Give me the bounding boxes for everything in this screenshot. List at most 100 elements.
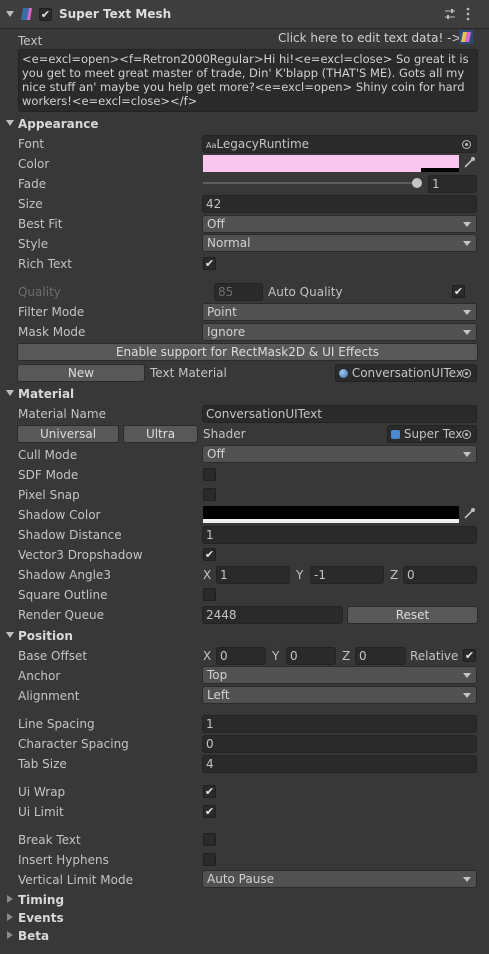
offset-z-field[interactable]: 0 bbox=[355, 647, 406, 665]
fade-value-field[interactable]: 1 bbox=[428, 175, 477, 193]
alignment-dropdown[interactable]: Left bbox=[202, 686, 477, 704]
material-name-field[interactable]: ConversationUIText bbox=[202, 405, 477, 423]
sliders-icon[interactable] bbox=[444, 8, 456, 20]
section-title: Timing bbox=[18, 893, 65, 907]
uilimit-checkbox[interactable]: ✔ bbox=[203, 805, 216, 818]
mask-dropdown[interactable]: Ignore bbox=[202, 323, 477, 341]
position-section-header[interactable]: Position bbox=[0, 627, 489, 645]
kebab-menu-icon[interactable] bbox=[465, 7, 471, 21]
offset-y-field[interactable]: 0 bbox=[286, 647, 336, 665]
foldout-arrow[interactable] bbox=[6, 120, 14, 126]
foldout-arrow[interactable] bbox=[6, 11, 14, 17]
section-title: Appearance bbox=[18, 117, 99, 131]
font-asset-icon: Aa bbox=[206, 141, 217, 150]
squareoutline-checkbox[interactable] bbox=[203, 588, 216, 601]
beta-section-header[interactable]: Beta bbox=[0, 927, 489, 945]
foldout-arrow[interactable] bbox=[7, 913, 13, 921]
uiwrap-label: Ui Wrap bbox=[18, 785, 66, 799]
component-title: Super Text Mesh bbox=[59, 7, 172, 21]
universal-button[interactable]: Universal bbox=[17, 425, 119, 443]
rectmask-support-button[interactable]: Enable support for RectMask2D & UI Effec… bbox=[17, 343, 478, 361]
material-section-header[interactable]: Material bbox=[0, 385, 489, 403]
color-label: Color bbox=[18, 157, 50, 171]
mask-value: Ignore bbox=[207, 325, 246, 339]
angle-z-field[interactable]: 0 bbox=[403, 566, 477, 584]
slider-thumb[interactable] bbox=[412, 178, 422, 188]
ultra-button[interactable]: Ultra bbox=[123, 425, 198, 443]
foldout-arrow[interactable] bbox=[6, 632, 14, 638]
angle-z-label: Z bbox=[390, 568, 399, 582]
angle-y-label: Y bbox=[296, 568, 304, 582]
quality-label: Quality bbox=[18, 285, 61, 299]
shader-value: Super Tex bbox=[403, 427, 463, 441]
cull-value: Off bbox=[207, 447, 225, 461]
object-picker-icon[interactable] bbox=[462, 430, 471, 439]
pixelsnap-label: Pixel Snap bbox=[18, 488, 80, 502]
hyphens-label: Insert Hyphens bbox=[18, 853, 109, 867]
squareoutline-label: Square Outline bbox=[18, 588, 108, 602]
component-enabled-checkbox[interactable]: ✔ bbox=[39, 8, 52, 21]
autoquality-checkbox[interactable]: ✔ bbox=[452, 285, 465, 298]
alignment-label: Alignment bbox=[18, 689, 80, 703]
new-material-button[interactable]: New bbox=[17, 364, 145, 382]
object-picker-icon[interactable] bbox=[462, 140, 471, 149]
charspacing-field[interactable]: 0 bbox=[202, 735, 477, 753]
shader-icon bbox=[391, 430, 400, 439]
anchor-dropdown[interactable]: Top bbox=[202, 666, 477, 684]
eyedropper-icon[interactable] bbox=[463, 156, 476, 169]
offset-y-label: Y bbox=[272, 649, 280, 663]
bestfit-dropdown[interactable]: Off bbox=[202, 215, 477, 233]
pixelsnap-checkbox[interactable] bbox=[203, 488, 216, 501]
size-field[interactable]: 42 bbox=[202, 195, 477, 213]
renderqueue-field[interactable]: 2448 bbox=[202, 606, 343, 624]
text-data-area[interactable]: <e=excl=open><f=Retron2000Regular>Hi hi!… bbox=[18, 49, 478, 112]
baseoffset-label: Base Offset bbox=[18, 649, 88, 663]
cull-dropdown[interactable]: Off bbox=[202, 445, 477, 463]
angle-x-field[interactable]: 1 bbox=[216, 566, 290, 584]
edit-text-link[interactable]: Click here to edit text data! -> bbox=[278, 30, 462, 46]
hyphens-checkbox[interactable] bbox=[203, 853, 216, 866]
cull-label: Cull Mode bbox=[18, 448, 78, 462]
breaktext-checkbox[interactable] bbox=[203, 833, 216, 846]
shadowcolor-swatch[interactable] bbox=[203, 506, 459, 523]
eyedropper-icon[interactable] bbox=[463, 507, 476, 520]
text-material-field[interactable]: ConversationUITex bbox=[335, 364, 477, 382]
linespacing-field[interactable]: 1 bbox=[202, 715, 477, 733]
reset-button[interactable]: Reset bbox=[347, 606, 478, 624]
style-dropdown[interactable]: Normal bbox=[202, 234, 477, 252]
shadowdist-field[interactable]: 1 bbox=[202, 526, 477, 544]
v3drop-checkbox[interactable]: ✔ bbox=[203, 548, 216, 561]
text-material-value: ConversationUITex bbox=[351, 366, 464, 380]
color-swatch[interactable] bbox=[203, 155, 459, 172]
shader-field[interactable]: Super Tex bbox=[387, 425, 477, 443]
tabsize-field[interactable]: 4 bbox=[202, 755, 477, 773]
relative-checkbox[interactable]: ✔ bbox=[463, 649, 476, 662]
edit-text-icon[interactable] bbox=[459, 30, 473, 44]
offset-x-field[interactable]: 0 bbox=[216, 647, 266, 665]
appearance-section-header[interactable]: Appearance bbox=[0, 115, 489, 133]
object-picker-icon[interactable] bbox=[462, 369, 471, 378]
foldout-arrow[interactable] bbox=[7, 895, 13, 903]
foldout-arrow[interactable] bbox=[7, 931, 13, 939]
font-field[interactable]: AaLegacyRuntime bbox=[202, 135, 477, 153]
uiwrap-checkbox[interactable]: ✔ bbox=[203, 785, 216, 798]
richtext-checkbox[interactable]: ✔ bbox=[203, 257, 216, 270]
shadowangle-label: Shadow Angle3 bbox=[18, 568, 111, 582]
events-section-header[interactable]: Events bbox=[0, 909, 489, 927]
filter-dropdown[interactable]: Point bbox=[202, 303, 477, 321]
vlimit-dropdown[interactable]: Auto Pause bbox=[202, 870, 477, 888]
fade-slider[interactable] bbox=[203, 177, 422, 189]
bestfit-value: Off bbox=[207, 217, 225, 231]
autoquality-label: Auto Quality bbox=[268, 285, 343, 299]
material-icon bbox=[339, 369, 348, 378]
chevron-down-icon bbox=[463, 222, 471, 227]
slider-track bbox=[203, 182, 417, 184]
timing-section-header[interactable]: Timing bbox=[0, 891, 489, 909]
sdf-checkbox[interactable] bbox=[203, 468, 216, 481]
chevron-down-icon bbox=[463, 241, 471, 246]
angle-y-field[interactable]: -1 bbox=[310, 566, 384, 584]
linespacing-label: Line Spacing bbox=[18, 717, 95, 731]
richtext-label: Rich Text bbox=[18, 257, 72, 271]
filter-label: Filter Mode bbox=[18, 305, 85, 319]
foldout-arrow[interactable] bbox=[6, 390, 14, 396]
